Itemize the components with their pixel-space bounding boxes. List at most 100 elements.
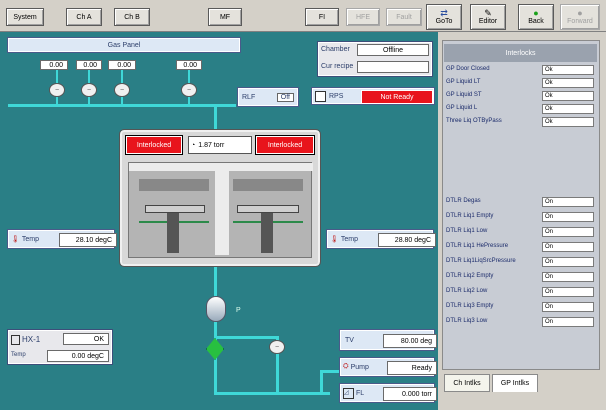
interlock-label: GP Liquid ST xyxy=(446,92,482,98)
interlock-value: On xyxy=(542,242,594,252)
thermometer-icon: 🌡 xyxy=(330,236,339,243)
throttle-valve-display[interactable]: TV 80.00 deg xyxy=(339,329,437,351)
rlf-label: RLF xyxy=(242,93,256,101)
chamber-body xyxy=(128,162,313,258)
interlock-row: DTLR Liq3 Empty On xyxy=(446,301,596,316)
tv-value: 80.00 deg xyxy=(383,334,437,348)
temp-left-value: 28.10 degC xyxy=(59,233,117,247)
pump-value: Ready xyxy=(387,361,437,375)
forward-label: Forward xyxy=(567,18,593,25)
interlock-label: DTLR Degas xyxy=(446,198,481,204)
temp-right-display[interactable]: 🌡 Temp 28.80 degC xyxy=(326,229,436,249)
interlock-value: On xyxy=(542,272,594,282)
rps-status[interactable]: RPS Not Ready xyxy=(311,87,435,105)
pressure-gauge-icon: ◔ xyxy=(191,141,196,149)
cur-recipe-label: Cur recipe xyxy=(321,63,354,70)
temp-left-label: Temp xyxy=(21,235,40,243)
foreline-display[interactable]: ◿ FL 0.000 torr xyxy=(339,383,437,403)
interlock-label: DTLR Liq2 Empty xyxy=(446,273,494,279)
gas-reading-3: 0.00 xyxy=(108,60,136,70)
interlock-label: DTLR Liq1LiqSrcPressure xyxy=(446,258,516,264)
rps-value: Not Ready xyxy=(361,90,433,104)
interlock-left-indicator[interactable]: Interlocked xyxy=(125,135,183,155)
interlock-label: Three Liq OTByPass xyxy=(446,118,502,124)
interlock-row: DTLR Liq1 Empty On xyxy=(446,211,596,226)
hx-1-panel[interactable]: HX-1 OK Temp 0.00 degC xyxy=(7,329,113,365)
mfc-3-gauge-icon[interactable]: − xyxy=(114,83,130,97)
interlock-row: GP Liquid LT Ok xyxy=(446,77,596,90)
interlock-value: Ok xyxy=(542,104,594,114)
interlock-label: DTLR Liq1 Empty xyxy=(446,213,494,219)
mfc-4-gauge-icon[interactable]: − xyxy=(181,83,197,97)
hx-icon xyxy=(11,335,20,345)
interlock-value: On xyxy=(542,257,594,267)
interlock-row: DTLR Liq1LiqSrcPressure On xyxy=(446,256,596,271)
chamber-pressure[interactable]: ◔ 1.87 torr xyxy=(188,136,252,154)
rps-label: RPS xyxy=(329,92,344,100)
interlocks-title: Interlocks xyxy=(444,44,597,62)
hx-1-temp-label: Temp xyxy=(11,352,26,358)
interlock-value: Ok xyxy=(542,65,594,75)
bypass-gauge-icon[interactable]: − xyxy=(269,340,285,354)
mfc-1-gauge-icon[interactable]: − xyxy=(49,83,65,97)
interlock-label: DTLR Liq2 Low xyxy=(446,288,488,294)
thermometer-icon: 🌡 xyxy=(11,236,20,243)
chamber-info-panel: Chamber Offline Cur recipe xyxy=(317,41,433,77)
interlock-row: GP Liquid L Ok xyxy=(446,103,596,116)
interlock-value: On xyxy=(542,197,594,207)
chamber-view: Interlocked ◔ 1.87 torr Interlocked xyxy=(119,129,321,267)
mfc-2-gauge-icon[interactable]: − xyxy=(81,83,97,97)
pump-label: Pump xyxy=(350,363,369,371)
mf-button[interactable]: MF xyxy=(208,8,242,26)
pump-icon: ⛭ xyxy=(343,363,349,370)
tv-label: TV xyxy=(345,336,354,344)
interlock-label: DTLR Liq3 Empty xyxy=(446,303,494,309)
left-wafer-stage xyxy=(145,205,205,213)
forward-icon: ● xyxy=(577,8,583,18)
goto-button[interactable]: ⇄ GoTo xyxy=(426,4,462,30)
gas-panel-title[interactable]: Gas Panel xyxy=(7,37,241,53)
interlock-value: On xyxy=(542,302,594,312)
exhaust-pipe xyxy=(214,264,217,394)
pump-pipe-vertical xyxy=(320,370,323,394)
pump-display[interactable]: ⛭ Pump Ready xyxy=(339,357,437,377)
interlock-label: DTLR Liq1 HePressure xyxy=(446,243,509,249)
bypass-pipe-top xyxy=(214,336,278,339)
interlock-row: DTLR Liq3 Low On xyxy=(446,316,596,331)
vacuum-gauge-icon[interactable] xyxy=(206,296,226,322)
pressure-value: 1.87 torr xyxy=(198,141,225,149)
interlock-row: DTLR Liq1 HePressure On xyxy=(446,241,596,256)
goto-icon: ⇄ xyxy=(440,8,448,18)
gas-reading-2: 0.00 xyxy=(76,60,102,70)
editor-button[interactable]: ✎ Editor xyxy=(470,4,506,30)
foreline-pipe xyxy=(214,392,330,395)
chamber-label: Chamber xyxy=(321,46,350,53)
tab-gp-intlks[interactable]: GP Intlks xyxy=(492,374,538,392)
interlock-right-indicator[interactable]: Interlocked xyxy=(255,135,315,155)
ch-a-button[interactable]: Ch A xyxy=(66,8,102,26)
hx-1-name: HX-1 xyxy=(22,335,41,345)
hfe-button[interactable]: HFE xyxy=(346,8,380,26)
pump-pipe xyxy=(320,370,340,373)
forward-button[interactable]: ● Forward xyxy=(560,4,600,30)
back-icon: ● xyxy=(533,8,539,18)
fault-button[interactable]: Fault xyxy=(386,8,422,26)
system-button[interactable]: System xyxy=(6,8,44,26)
back-button[interactable]: ● Back xyxy=(518,4,554,30)
temp-left-display[interactable]: 🌡 Temp 28.10 degC xyxy=(7,229,117,249)
chamber-divider xyxy=(215,163,229,255)
toolbar: System Ch A Ch B MF FI HFE Fault ⇄ GoTo … xyxy=(0,0,606,32)
editor-icon: ✎ xyxy=(484,8,492,18)
fl-value: 0.000 torr xyxy=(383,387,437,401)
left-showerhead xyxy=(139,179,209,191)
interlock-value: Ok xyxy=(542,117,594,127)
rlf-status[interactable]: RLF Off xyxy=(237,87,299,107)
interlock-value: On xyxy=(542,287,594,297)
fi-button[interactable]: FI xyxy=(305,8,339,26)
interlock-label: GP Door Closed xyxy=(446,66,490,72)
interlock-row: GP Door Closed Ok xyxy=(446,64,596,77)
right-showerhead xyxy=(233,179,303,191)
tab-ch-intlks[interactable]: Ch Intlks xyxy=(444,374,490,392)
ch-b-button[interactable]: Ch B xyxy=(114,8,150,26)
rlf-value: Off xyxy=(276,92,294,102)
